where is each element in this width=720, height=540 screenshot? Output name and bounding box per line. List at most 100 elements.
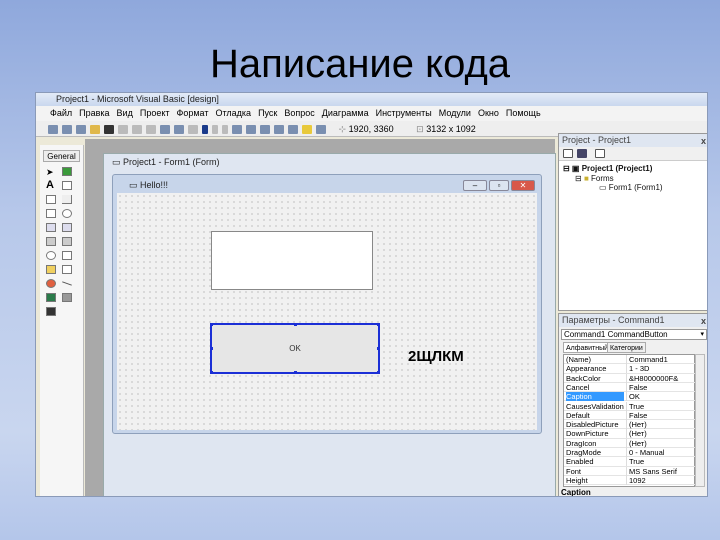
open-icon[interactable] (90, 125, 100, 135)
menu-editor-icon[interactable] (76, 125, 86, 135)
form1[interactable]: ▭ Hello!!! – ▫ ✕ OK (112, 174, 542, 434)
resize-handle[interactable] (294, 371, 297, 374)
view-code-icon[interactable] (563, 149, 573, 158)
resize-handle[interactable] (377, 323, 380, 326)
tree-form1[interactable]: ▭ Form1 (Form1) (599, 183, 663, 192)
object-selector[interactable]: Command1 CommandButton ▾ (561, 329, 707, 340)
find-icon[interactable] (160, 125, 170, 135)
menu-window[interactable]: Окно (478, 108, 499, 118)
image-icon[interactable] (46, 293, 56, 302)
property-value[interactable]: (Нет) (626, 429, 647, 439)
property-value[interactable]: OK (626, 392, 640, 402)
form-layout-icon[interactable] (260, 125, 270, 135)
checkbox-icon[interactable] (46, 209, 56, 218)
tree-project[interactable]: ⊟ ▣ Project1 (Project1) (563, 164, 652, 173)
tree-forms-folder[interactable]: ⊟ ■ Forms (575, 174, 614, 183)
textbox-control[interactable] (211, 231, 373, 290)
property-value[interactable]: &H8000000F& (626, 373, 678, 383)
tab-categorized[interactable]: Категории (607, 342, 646, 353)
vscrollbar-icon[interactable] (62, 237, 72, 246)
stop-icon[interactable] (222, 125, 228, 135)
property-row[interactable]: DisabledPicture (Нет) (564, 420, 696, 430)
copy-icon[interactable] (132, 125, 142, 135)
optionbutton-icon[interactable] (62, 209, 72, 218)
toggle-folders-icon[interactable] (595, 149, 605, 158)
project-explorer-icon[interactable] (232, 125, 242, 135)
object-browser-icon[interactable] (274, 125, 284, 135)
property-row[interactable]: Default False (564, 410, 696, 421)
menu-tools[interactable]: Инструменты (376, 108, 432, 118)
property-row[interactable]: Font MS Sans Serif (564, 466, 696, 476)
ole-icon[interactable] (46, 307, 56, 316)
menu-file[interactable]: Файл (50, 108, 72, 118)
close-icon[interactable]: x (701, 315, 706, 328)
redo-icon[interactable] (188, 125, 198, 135)
property-value[interactable]: True (626, 457, 644, 467)
properties-icon[interactable] (246, 125, 256, 135)
property-value[interactable]: 1 - 3D (626, 364, 649, 374)
property-value[interactable]: (Нет) (626, 420, 647, 430)
property-row[interactable]: DragIcon (Нет) (564, 438, 696, 448)
toolbox-tab-general[interactable]: General (43, 150, 80, 162)
label-icon[interactable]: A (46, 180, 56, 191)
hscrollbar-icon[interactable] (46, 237, 56, 246)
dirlistbox-icon[interactable] (46, 265, 56, 274)
property-row[interactable]: (Name) Command1 (564, 355, 696, 365)
property-row[interactable]: Caption OK (564, 392, 696, 402)
minimize-button[interactable]: – (463, 180, 487, 191)
resize-handle[interactable] (210, 323, 213, 326)
drivelistbox-icon[interactable] (62, 251, 72, 260)
run-icon[interactable] (202, 125, 208, 135)
form-grid[interactable]: OK (117, 193, 537, 430)
paste-icon[interactable] (146, 125, 156, 135)
tab-alphabetic[interactable]: Алфавитный (563, 342, 612, 353)
data-icon[interactable] (62, 293, 72, 302)
resize-handle[interactable] (210, 371, 213, 374)
ok-command-button[interactable]: OK (210, 323, 380, 374)
property-row[interactable]: Appearance 1 - 3D (564, 364, 696, 374)
property-row[interactable]: BackColor &H8000000F& (564, 373, 696, 383)
toolbox-icon[interactable] (288, 125, 298, 135)
property-row[interactable]: DragMode 0 - Manual (564, 448, 696, 458)
textbox-icon[interactable] (62, 181, 72, 190)
listbox-icon[interactable] (62, 223, 72, 232)
add-form-icon[interactable] (62, 125, 72, 135)
property-row[interactable]: Height 1092 (564, 475, 696, 486)
commandbutton-icon[interactable] (62, 195, 72, 204)
property-value[interactable]: MS Sans Serif (626, 466, 677, 476)
menu-edit[interactable]: Правка (79, 108, 109, 118)
data-view-icon[interactable] (302, 125, 312, 135)
menu-debug[interactable]: Отладка (215, 108, 251, 118)
maximize-button[interactable]: ▫ (489, 180, 509, 191)
resize-handle[interactable] (377, 371, 380, 374)
properties-scrollbar[interactable] (695, 354, 705, 487)
property-value[interactable]: (Нет) (626, 438, 647, 448)
menu-run[interactable]: Пуск (258, 108, 277, 118)
filelistbox-icon[interactable] (62, 265, 72, 274)
menu-help[interactable]: Помощь (506, 108, 541, 118)
undo-icon[interactable] (174, 125, 184, 135)
pointer-icon[interactable]: ➤ (46, 167, 56, 177)
menu-query[interactable]: Вопрос (284, 108, 314, 118)
menu-addins[interactable]: Модули (439, 108, 471, 118)
line-icon[interactable] (62, 281, 72, 286)
component-manager-icon[interactable] (316, 125, 326, 135)
menu-view[interactable]: Вид (117, 108, 133, 118)
timer-icon[interactable] (46, 251, 56, 260)
close-button[interactable]: ✕ (511, 180, 535, 191)
picturebox-icon[interactable] (62, 167, 72, 176)
chevron-down-icon[interactable]: ▾ (700, 330, 704, 340)
save-icon[interactable] (104, 125, 114, 135)
resize-handle[interactable] (210, 347, 213, 350)
view-object-icon[interactable] (577, 149, 587, 158)
shape-icon[interactable] (46, 279, 56, 288)
property-value[interactable]: 0 - Manual (626, 448, 664, 457)
property-value[interactable]: True (626, 401, 644, 411)
pause-icon[interactable] (212, 125, 218, 135)
property-row[interactable]: CausesValidation True (564, 401, 696, 411)
resize-handle[interactable] (294, 323, 297, 326)
property-value[interactable]: False (626, 410, 647, 420)
menu-project[interactable]: Проект (140, 108, 170, 118)
property-row[interactable]: Cancel False (564, 382, 696, 393)
property-row[interactable]: DownPicture (Нет) (564, 429, 696, 439)
